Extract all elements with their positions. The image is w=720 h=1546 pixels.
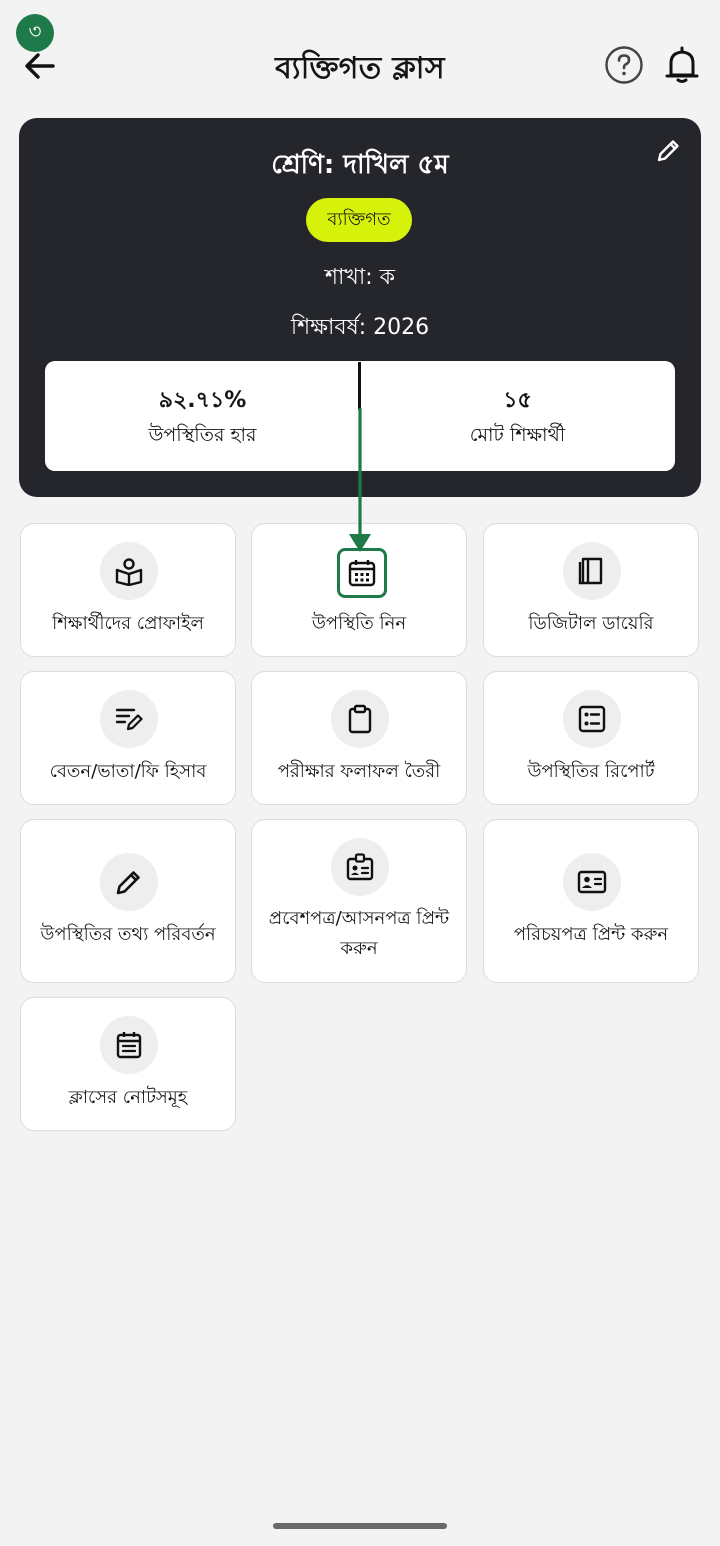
- badge-icon: [331, 838, 389, 896]
- menu-student-profiles[interactable]: শিক্ষার্থীদের প্রোফাইল: [20, 523, 236, 657]
- tile-label: বেতন/ভাতা/ফি হিসাব: [49, 761, 207, 782]
- menu-exam-results[interactable]: পরীক্ষার ফলাফল তৈরী: [251, 671, 467, 805]
- tile-label: পরিচয়পত্র প্রিন্ট করুন: [513, 924, 669, 945]
- attendance-rate-value: ৯২.৭১%: [158, 388, 247, 413]
- help-icon: [605, 46, 643, 84]
- top-app-bar: ব্যক্তিগত ক্লাস: [0, 0, 720, 118]
- attendance-rate-stat: ৯২.৭১% উপস্থিতির হার: [45, 361, 360, 471]
- help-button[interactable]: [604, 45, 644, 85]
- tile-label: ক্লাসের নোটসমূহ: [68, 1087, 188, 1108]
- stats-divider: [358, 362, 361, 410]
- bell-icon: [665, 46, 699, 83]
- pencil-icon: [657, 140, 679, 162]
- student-profile-icon: [100, 542, 158, 600]
- id-card-icon: [563, 853, 621, 911]
- total-students-value: ১৫: [503, 388, 532, 413]
- session-year-text: শিক্ষাবর্ষ: 2026: [290, 315, 430, 340]
- pencil-icon: [100, 853, 158, 911]
- menu-class-notes[interactable]: ক্লাসের নোটসমূহ: [20, 997, 236, 1131]
- total-students-stat: ১৫ মোট শিক্ষার্থী: [360, 361, 675, 471]
- tile-label: উপস্থিতি নিন: [311, 613, 407, 634]
- total-students-label: মোট শিক্ষার্থী: [469, 424, 566, 446]
- branch-text: শাখা: ক: [324, 265, 396, 290]
- tile-label: ডিজিটাল ডায়েরি: [528, 613, 654, 634]
- home-indicator[interactable]: [273, 1523, 447, 1529]
- edit-class-button[interactable]: [653, 136, 683, 166]
- list-report-icon: [563, 690, 621, 748]
- menu-print-admit-card[interactable]: প্রবেশপত্র/আসনপত্র প্রিন্ট করুন: [251, 819, 467, 983]
- notifications-button[interactable]: [664, 45, 700, 85]
- tile-label: উপস্থিতির তথ্য পরিবর্তন: [40, 924, 216, 945]
- clipboard-icon: [331, 690, 389, 748]
- tile-label: উপস্থিতির রিপোর্ট: [527, 761, 655, 782]
- step-badge: ৩: [16, 14, 54, 52]
- notes-icon: [100, 1016, 158, 1074]
- tile-label: প্রবেশপত্র/আসনপত্র প্রিন্ট করুন: [268, 908, 450, 959]
- edit-note-icon: [100, 690, 158, 748]
- menu-digital-diary[interactable]: ডিজিটাল ডায়েরি: [483, 523, 699, 657]
- menu-edit-attendance[interactable]: উপস্থিতির তথ্য পরিবর্তন: [20, 819, 236, 983]
- menu-attendance-report[interactable]: উপস্থিতির রিপোর্ট: [483, 671, 699, 805]
- book-icon: [563, 542, 621, 600]
- attendance-rate-label: উপস্থিতির হার: [148, 424, 257, 446]
- class-type-chip: ব্যক্তিগত: [306, 198, 412, 242]
- menu-fee-accounts[interactable]: বেতন/ভাতা/ফি হিসাব: [20, 671, 236, 805]
- menu-print-id-card[interactable]: পরিচয়পত্র প্রিন্ট করুন: [483, 819, 699, 983]
- tile-label: শিক্ষার্থীদের প্রোফাইল: [52, 613, 204, 634]
- calendar-icon: [337, 548, 387, 598]
- class-name: শ্রেণি: দাখিল ৫ম: [271, 150, 449, 180]
- tile-label: পরীক্ষার ফলাফল তৈরী: [277, 761, 441, 782]
- guide-arrow-icon: [349, 408, 371, 552]
